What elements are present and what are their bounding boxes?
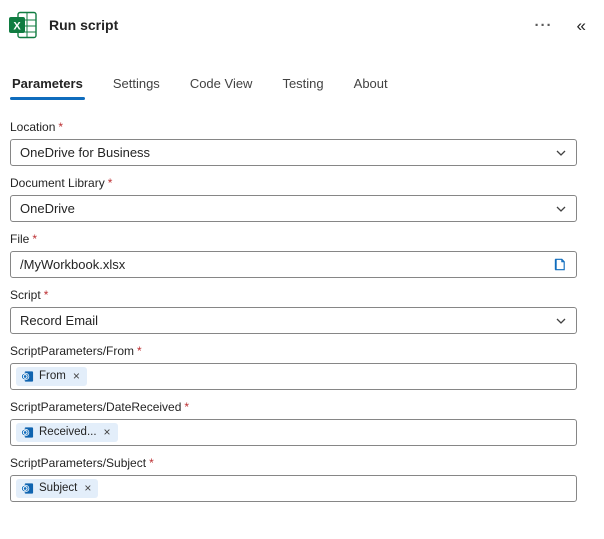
tab-settings[interactable]: Settings xyxy=(111,72,162,100)
field-scriptparameters-subject: ScriptParameters/Subject * Subject × xyxy=(10,456,577,502)
field-label: File * xyxy=(10,232,577,246)
dynamic-content-token[interactable]: Subject × xyxy=(16,478,99,499)
chevron-down-icon xyxy=(555,203,567,215)
field-label-text: Document Library xyxy=(10,176,105,190)
panel-header: X Run script ··· « xyxy=(0,0,604,44)
field-label-text: ScriptParameters/From xyxy=(10,344,135,358)
select-value: OneDrive for Business xyxy=(20,145,151,160)
field-label: ScriptParameters/From * xyxy=(10,344,577,358)
tab-about[interactable]: About xyxy=(352,72,390,100)
svg-text:X: X xyxy=(13,21,21,33)
run-script-action-panel: X Run script ··· « Parameters Settings C… xyxy=(0,0,604,539)
header-actions: ··· « xyxy=(531,15,590,36)
field-label-text: ScriptParameters/DateReceived xyxy=(10,400,182,414)
required-asterisk: * xyxy=(184,400,190,414)
field-scriptparameters-datereceived: ScriptParameters/DateReceived * Received.… xyxy=(10,400,577,446)
document-library-select[interactable]: OneDrive xyxy=(10,195,577,222)
outlook-icon xyxy=(21,426,34,439)
file-picker-icon[interactable] xyxy=(552,257,567,272)
chevron-down-icon xyxy=(555,315,567,327)
file-input-value: /MyWorkbook.xlsx xyxy=(20,257,126,272)
collapse-panel-button[interactable]: « xyxy=(573,15,590,36)
dynamic-content-token[interactable]: Received... × xyxy=(16,422,118,443)
field-location: Location * OneDrive for Business xyxy=(10,120,577,166)
file-input[interactable]: /MyWorkbook.xlsx xyxy=(10,251,577,278)
datereceived-token-input[interactable]: Received... × xyxy=(10,419,577,446)
field-label: ScriptParameters/DateReceived * xyxy=(10,400,577,414)
tab-testing[interactable]: Testing xyxy=(280,72,325,100)
outlook-icon xyxy=(21,370,34,383)
field-document-library: Document Library * OneDrive xyxy=(10,176,577,222)
required-asterisk: * xyxy=(43,288,49,302)
select-value: OneDrive xyxy=(20,201,75,216)
required-asterisk: * xyxy=(58,120,64,134)
tab-code-view[interactable]: Code View xyxy=(188,72,255,100)
field-label: Location * xyxy=(10,120,577,134)
more-menu-button[interactable]: ··· xyxy=(531,16,557,35)
token-label: From xyxy=(39,370,66,383)
field-label-text: ScriptParameters/Subject xyxy=(10,456,147,470)
tab-bar: Parameters Settings Code View Testing Ab… xyxy=(0,44,604,100)
outlook-icon xyxy=(21,482,34,495)
field-script: Script * Record Email xyxy=(10,288,577,334)
remove-token-icon[interactable]: × xyxy=(73,369,80,385)
field-label: ScriptParameters/Subject * xyxy=(10,456,577,470)
parameters-form: Location * OneDrive for Business Document… xyxy=(0,100,604,502)
field-label: Script * xyxy=(10,288,577,302)
select-value: Record Email xyxy=(20,313,99,328)
field-label-text: File xyxy=(10,232,30,246)
tab-parameters[interactable]: Parameters xyxy=(10,72,85,100)
page-title: Run script xyxy=(49,17,119,33)
excel-icon: X xyxy=(8,10,38,40)
required-asterisk: * xyxy=(137,344,142,358)
chevron-down-icon xyxy=(555,147,567,159)
field-label-text: Location xyxy=(10,120,56,134)
field-scriptparameters-from: ScriptParameters/From * From × xyxy=(10,344,577,390)
script-select[interactable]: Record Email xyxy=(10,307,577,334)
token-label: Received... xyxy=(39,426,97,439)
required-asterisk: * xyxy=(32,232,38,246)
required-asterisk: * xyxy=(107,176,113,190)
remove-token-icon[interactable]: × xyxy=(104,425,111,441)
location-select[interactable]: OneDrive for Business xyxy=(10,139,577,166)
field-label: Document Library * xyxy=(10,176,577,190)
remove-token-icon[interactable]: × xyxy=(84,481,91,497)
from-token-input[interactable]: From × xyxy=(10,363,577,390)
field-label-text: Script xyxy=(10,288,41,302)
field-file: File * /MyWorkbook.xlsx xyxy=(10,232,577,278)
dynamic-content-token[interactable]: From × xyxy=(16,366,87,387)
subject-token-input[interactable]: Subject × xyxy=(10,475,577,502)
token-label: Subject xyxy=(39,482,78,495)
required-asterisk: * xyxy=(149,456,154,470)
